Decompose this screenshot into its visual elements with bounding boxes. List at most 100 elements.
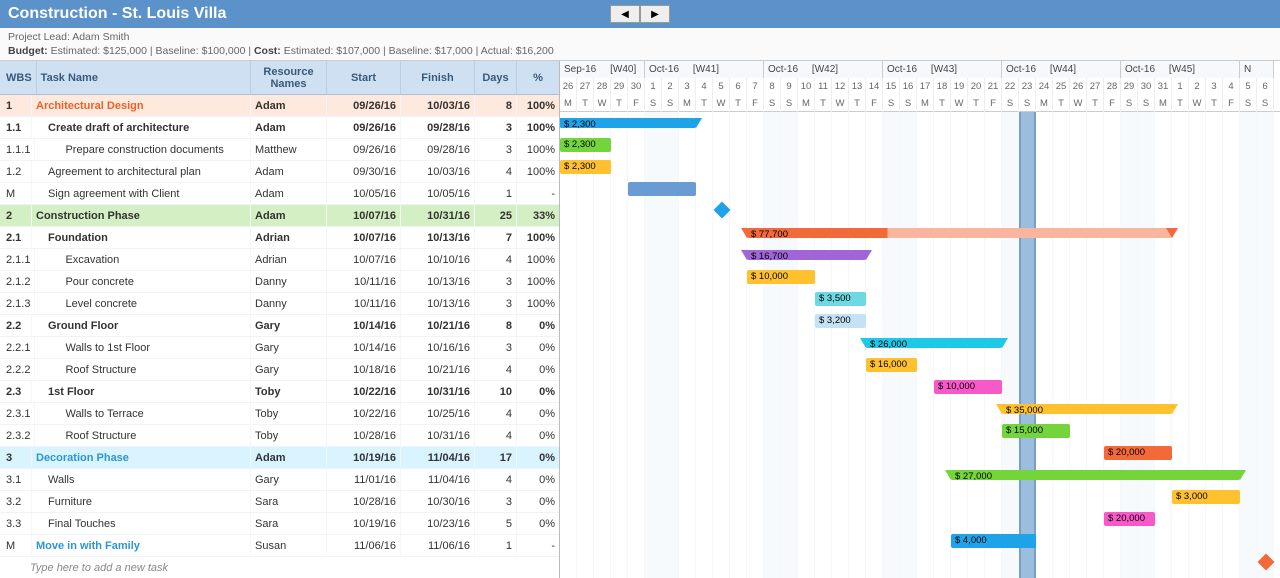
cell-res[interactable]: Adam [251, 447, 327, 468]
cell-pct[interactable]: 0% [517, 425, 559, 446]
cell-days[interactable]: 5 [475, 513, 517, 534]
cell-pct[interactable]: - [517, 183, 559, 204]
cell-res[interactable]: Toby [251, 403, 327, 424]
table-row[interactable]: 1Architectural DesignAdam09/26/1610/03/1… [0, 95, 559, 117]
table-row[interactable]: 3Decoration PhaseAdam10/19/1611/04/16170… [0, 447, 559, 469]
cell-pct[interactable]: 0% [517, 447, 559, 468]
cell-start[interactable]: 09/26/16 [327, 95, 401, 116]
cell-start[interactable]: 10/22/16 [327, 381, 401, 402]
task-bar[interactable]: $ 20,000 [1104, 446, 1172, 460]
task-bar[interactable]: $ 2,300 [560, 160, 611, 174]
cell-days[interactable]: 3 [475, 491, 517, 512]
cell-finish[interactable]: 10/03/16 [401, 161, 475, 182]
cell-res[interactable]: Danny [251, 293, 327, 314]
cell-start[interactable]: 10/11/16 [327, 271, 401, 292]
table-row[interactable]: 2.31st FloorToby10/22/1610/31/16100% [0, 381, 559, 403]
table-row[interactable]: MMove in with FamilySusan11/06/1611/06/1… [0, 535, 559, 557]
cell-days[interactable]: 17 [475, 447, 517, 468]
cell-task[interactable]: Prepare construction documents [35, 139, 251, 160]
cell-days[interactable]: 8 [475, 95, 517, 116]
cell-task[interactable]: Create draft of architecture [32, 117, 251, 138]
cell-task[interactable]: Walls [32, 469, 251, 490]
cell-days[interactable]: 4 [475, 249, 517, 270]
cell-finish[interactable]: 11/04/16 [401, 447, 475, 468]
col-start[interactable]: Start [327, 61, 401, 94]
cell-pct[interactable]: 100% [517, 139, 559, 160]
cell-pct[interactable]: 0% [517, 381, 559, 402]
nav-prev-button[interactable]: ◀ [610, 5, 640, 23]
cell-start[interactable]: 10/28/16 [327, 491, 401, 512]
cell-res[interactable]: Adam [251, 205, 327, 226]
table-row[interactable]: 3.1WallsGary11/01/1611/04/1640% [0, 469, 559, 491]
cell-res[interactable]: Gary [251, 359, 327, 380]
cell-pct[interactable]: 0% [517, 513, 559, 534]
cell-finish[interactable]: 10/10/16 [401, 249, 475, 270]
cell-days[interactable]: 4 [475, 161, 517, 182]
task-bar[interactable]: $ 16,000 [866, 358, 917, 372]
cell-task[interactable]: Agreement to architectural plan [32, 161, 251, 182]
table-row[interactable]: 2.1FoundationAdrian10/07/1610/13/167100% [0, 227, 559, 249]
milestone-diamond[interactable] [714, 202, 731, 219]
cell-pct[interactable]: 100% [517, 227, 559, 248]
cell-start[interactable]: 09/26/16 [327, 139, 401, 160]
cell-start[interactable]: 11/01/16 [327, 469, 401, 490]
cell-days[interactable]: 3 [475, 117, 517, 138]
table-row[interactable]: 2Construction PhaseAdam10/07/1610/31/162… [0, 205, 559, 227]
cell-finish[interactable]: 10/31/16 [401, 425, 475, 446]
cell-days[interactable]: 4 [475, 469, 517, 490]
table-row[interactable]: 2.1.1ExcavationAdrian10/07/1610/10/16410… [0, 249, 559, 271]
cell-start[interactable]: 09/30/16 [327, 161, 401, 182]
cell-days[interactable]: 8 [475, 315, 517, 336]
table-row[interactable]: 2.2.1Walls to 1st FloorGary10/14/1610/16… [0, 337, 559, 359]
cell-finish[interactable]: 10/25/16 [401, 403, 475, 424]
cell-start[interactable]: 10/19/16 [327, 447, 401, 468]
summary-bar[interactable]: $ 27,000 [951, 470, 1240, 480]
cell-finish[interactable]: 10/13/16 [401, 293, 475, 314]
table-row[interactable]: 3.2FurnitureSara10/28/1610/30/1630% [0, 491, 559, 513]
cell-finish[interactable]: 09/28/16 [401, 117, 475, 138]
cell-pct[interactable]: 0% [517, 337, 559, 358]
cell-start[interactable]: 10/11/16 [327, 293, 401, 314]
cell-res[interactable]: Danny [251, 271, 327, 292]
cell-task[interactable]: Pour concrete [35, 271, 251, 292]
task-bar[interactable]: $ 10,000 [934, 380, 1002, 394]
cell-finish[interactable]: 10/21/16 [401, 359, 475, 380]
cell-start[interactable]: 09/26/16 [327, 117, 401, 138]
task-bar[interactable]: $ 20,000 [1104, 512, 1155, 526]
cell-res[interactable]: Adrian [251, 249, 327, 270]
cell-res[interactable]: Adam [251, 95, 327, 116]
cell-start[interactable]: 10/14/16 [327, 315, 401, 336]
table-row[interactable]: 1.2Agreement to architectural planAdam09… [0, 161, 559, 183]
col-pct[interactable]: % [517, 61, 559, 94]
cell-task[interactable]: Construction Phase [32, 205, 251, 226]
cell-pct[interactable]: 100% [517, 95, 559, 116]
new-task-input[interactable]: Type here to add a new task [0, 557, 559, 578]
cell-finish[interactable]: 11/04/16 [401, 469, 475, 490]
cell-start[interactable]: 10/05/16 [327, 183, 401, 204]
cell-start[interactable]: 10/19/16 [327, 513, 401, 534]
cell-finish[interactable]: 10/05/16 [401, 183, 475, 204]
cell-start[interactable]: 10/28/16 [327, 425, 401, 446]
cell-task[interactable]: Decoration Phase [32, 447, 251, 468]
cell-task[interactable]: Foundation [32, 227, 251, 248]
cell-res[interactable]: Gary [251, 469, 327, 490]
cell-task[interactable]: Move in with Family [32, 535, 251, 556]
cell-finish[interactable]: 10/13/16 [401, 271, 475, 292]
cell-task[interactable]: Sign agreement with Client [32, 183, 251, 204]
cell-task[interactable]: Walls to 1st Floor [35, 337, 251, 358]
table-row[interactable]: 2.2.2Roof StructureGary10/18/1610/21/164… [0, 359, 559, 381]
cell-pct[interactable]: - [517, 535, 559, 556]
cell-task[interactable]: Walls to Terrace [35, 403, 251, 424]
cell-finish[interactable]: 11/06/16 [401, 535, 475, 556]
cell-res[interactable]: Adam [251, 183, 327, 204]
table-row[interactable]: 2.1.2Pour concreteDanny10/11/1610/13/163… [0, 271, 559, 293]
cell-res[interactable]: Toby [251, 381, 327, 402]
summary-bar[interactable]: $ 26,000 [866, 338, 1002, 348]
cell-pct[interactable]: 100% [517, 271, 559, 292]
table-row[interactable]: 2.3.2Roof StructureToby10/28/1610/31/164… [0, 425, 559, 447]
cell-start[interactable]: 10/14/16 [327, 337, 401, 358]
table-row[interactable]: 1.1Create draft of architectureAdam09/26… [0, 117, 559, 139]
summary-bar[interactable]: $ 77,700 [747, 228, 1172, 238]
table-row[interactable]: 1.1.1Prepare construction documentsMatth… [0, 139, 559, 161]
cell-days[interactable]: 7 [475, 227, 517, 248]
